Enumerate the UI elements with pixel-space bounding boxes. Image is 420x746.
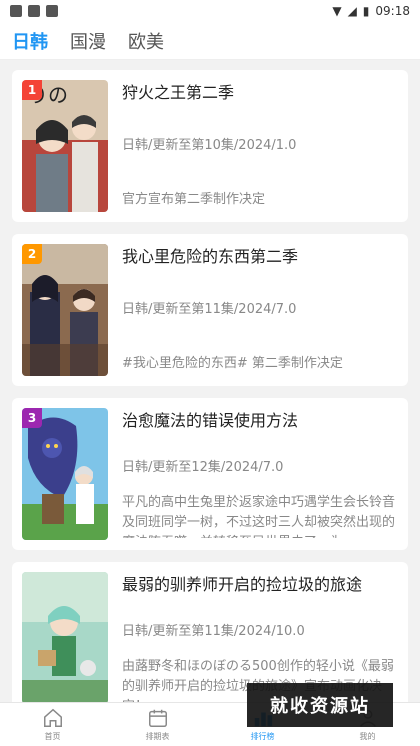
cover-image: 3 [22,408,108,540]
status-notifications [10,5,58,17]
anime-meta: 日韩/更新至12集/2024/7.0 [122,460,284,475]
list-item[interactable]: 3 治愈魔法的错误使用方法 日韩/更新至12集/2024/7.0 平凡的高中生兔… [12,398,408,550]
anime-meta: 日韩/更新至第10集/2024/1.0 [122,138,297,153]
cover-image: 2 [22,244,108,376]
home-icon [43,708,62,727]
tab-oumei[interactable]: 欧美 [128,28,164,54]
nav-home[interactable]: 首页 [0,703,105,746]
status-system: ▼ ◢ ▮ 09:18 [332,4,410,18]
app-notification-icon [28,5,40,17]
photo-notification-icon [46,5,58,17]
anime-meta: 日韩/更新至第11集/2024/10.0 [122,624,305,639]
anime-title: 狩火之王第二季 [122,83,235,102]
status-time: 09:18 [375,4,410,18]
list-item[interactable]: 最弱的驯养师开启的捡垃圾的旅途 日韩/更新至第11集/2024/10.0 由蕗野… [12,562,408,702]
calendar-icon [148,709,167,727]
anime-desc: 平凡的高中生兔里於返家途中巧遇学生会长铃音及同班同学一树，不过这时三人却被突然出… [122,495,396,538]
cover-image [22,572,108,702]
watermark-badge: 就收资源站 [247,683,393,727]
ranking-list[interactable]: りの 1 狩火之王第二季 日韩/更新至第10集/2024/1.0 官方宣布第二季… [0,60,420,702]
anime-meta: 日韩/更新至第11集/2024/7.0 [122,302,297,317]
rank-badge: 2 [22,244,42,264]
image-notification-icon [10,5,22,17]
anime-desc: 官方宣布第二季制作决定 [122,192,266,207]
tab-rihan[interactable]: 日韩 [12,28,48,54]
anime-title: 我心里危险的东西第二季 [122,247,299,266]
nav-label: 排期表 [145,732,170,741]
wifi-icon: ▼ [332,4,342,18]
category-tabs: 日韩 国漫 欧美 [0,22,420,60]
battery-icon: ▮ [362,4,370,18]
tab-guoman[interactable]: 国漫 [70,28,106,54]
signal-icon: ◢ [347,4,357,18]
list-item[interactable]: 2 我心里危险的东西第二季 日韩/更新至第11集/2024/7.0 #我心里危险… [12,234,408,386]
anime-title: 治愈魔法的错误使用方法 [122,411,299,430]
cover-image: りの 1 [22,80,108,212]
anime-title: 最弱的驯养师开启的捡垃圾的旅途 [122,575,363,594]
anime-desc: #我心里危险的东西# 第二季制作决定 [122,356,343,371]
nav-label: 排行榜 [250,732,275,741]
rank-badge: 1 [22,80,42,100]
nav-label: 我的 [359,732,376,741]
nav-schedule[interactable]: 排期表 [105,703,210,746]
rank-badge: 3 [22,408,42,428]
status-bar: ▼ ◢ ▮ 09:18 [0,0,420,22]
nav-label: 首页 [44,732,61,741]
list-item[interactable]: りの 1 狩火之王第二季 日韩/更新至第10集/2024/1.0 官方宣布第二季… [12,70,408,222]
